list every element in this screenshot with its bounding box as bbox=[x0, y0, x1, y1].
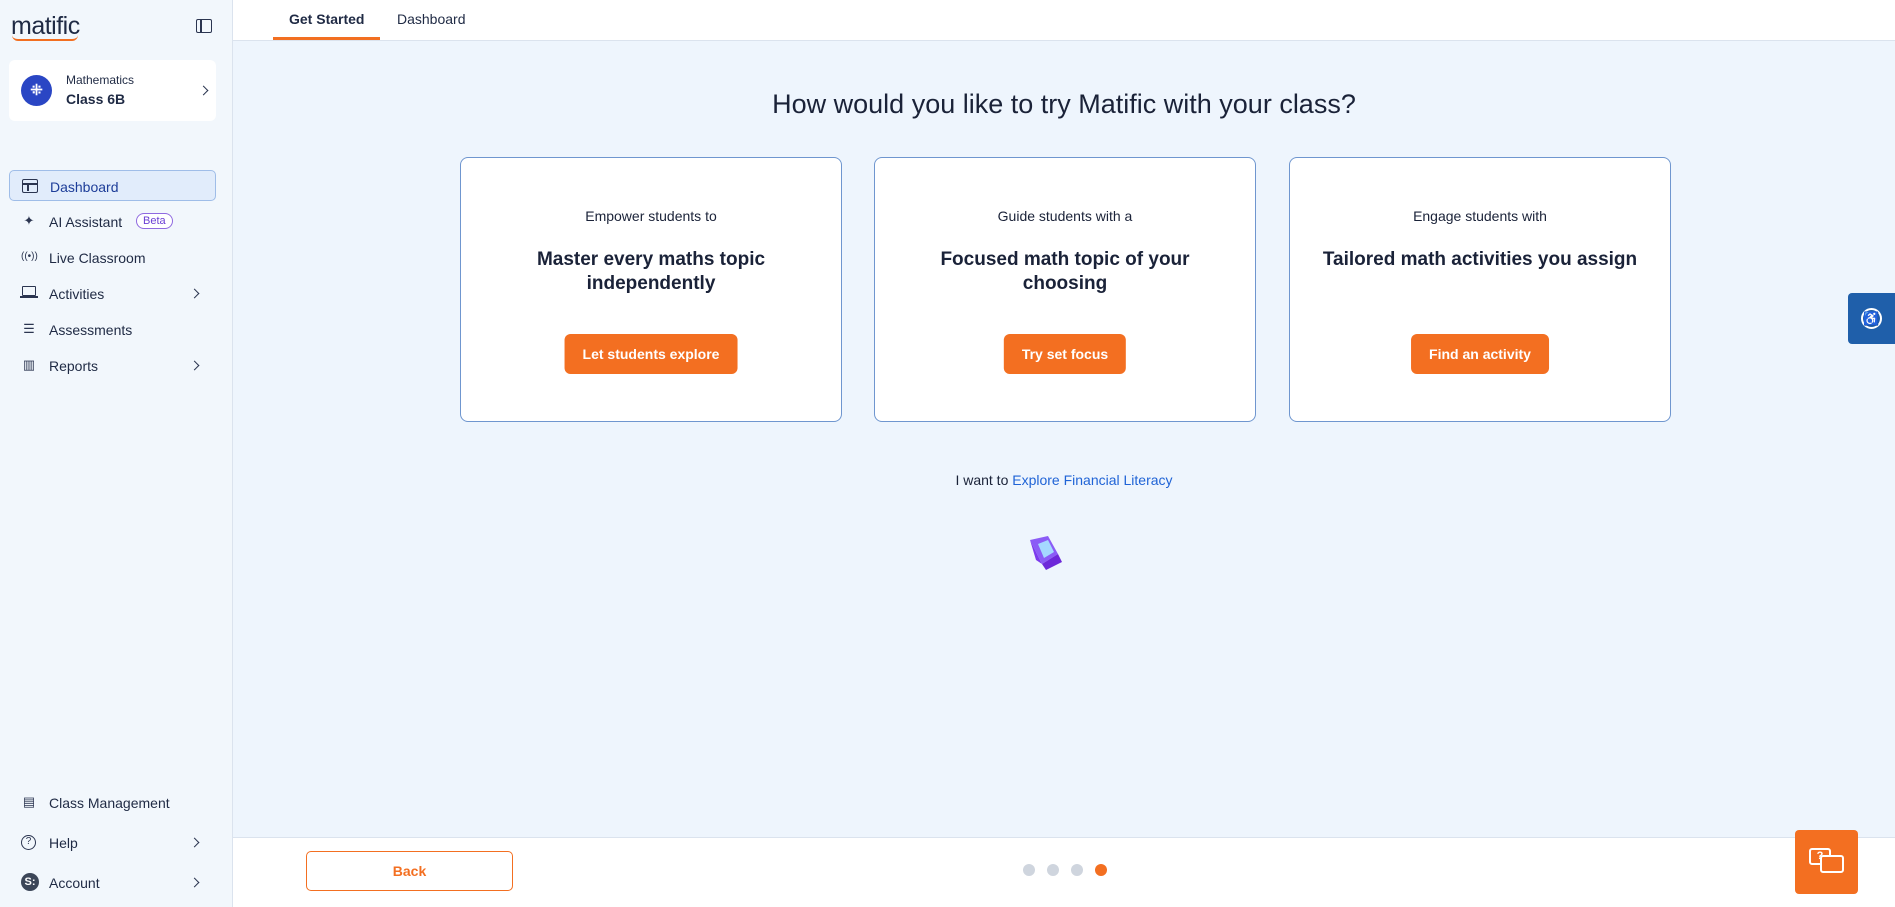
sidebar-collapse-icon[interactable] bbox=[196, 19, 212, 33]
sidebar-item-label: Live Classroom bbox=[49, 250, 146, 266]
chevron-right-icon bbox=[189, 360, 200, 371]
step-dot-1[interactable] bbox=[1023, 864, 1035, 876]
card-lead: Engage students with bbox=[1413, 208, 1547, 224]
card-title: Focused math topic of your choosing bbox=[940, 249, 1190, 294]
grid-icon: ⁜ bbox=[21, 75, 52, 106]
sidebar-item-label: Activities bbox=[49, 286, 105, 302]
footer-bar: Back bbox=[233, 837, 1895, 907]
class-name: Class 6B bbox=[66, 91, 126, 107]
sidebar-item-label: Reports bbox=[49, 358, 99, 374]
financial-literacy-prefix: I want to bbox=[955, 472, 1009, 488]
sidebar-item-activities[interactable]: Activities bbox=[9, 278, 216, 309]
dashboard-icon bbox=[22, 179, 38, 193]
explore-financial-literacy-link[interactable]: Explore Financial Literacy bbox=[1012, 472, 1172, 488]
chevron-right-icon bbox=[198, 85, 209, 96]
sidebar-item-label: AI Assistant bbox=[49, 214, 123, 230]
chevron-right-icon bbox=[189, 877, 200, 888]
card-title: Master every maths topic independently bbox=[536, 249, 766, 294]
chevron-right-icon bbox=[189, 837, 200, 848]
let-students-explore-button[interactable]: Let students explore bbox=[564, 334, 738, 374]
top-tabs: Get Started Dashboard bbox=[233, 0, 1895, 41]
support-chat-button[interactable]: ? bbox=[1795, 830, 1858, 894]
sidebar-item-assessments[interactable]: ☰ Assessments bbox=[9, 314, 216, 345]
sidebar-item-label: Account bbox=[49, 875, 100, 891]
sidebar-item-ai-assistant[interactable]: ✦ AI Assistant Beta bbox=[9, 206, 216, 237]
class-selector[interactable]: ⁜ Mathematics Class 6B bbox=[9, 60, 216, 121]
account-avatar: S: bbox=[21, 873, 39, 891]
sidebar: matific ⁜ Mathematics Class 6B Dashboard… bbox=[0, 0, 233, 907]
laptop-icon bbox=[20, 286, 38, 298]
sidebar-item-live-classroom[interactable]: ((•)) Live Classroom bbox=[9, 242, 216, 273]
beta-badge: Beta bbox=[136, 213, 173, 229]
accessibility-icon: ♿ bbox=[1861, 308, 1882, 329]
chat-bubble-icon bbox=[1820, 855, 1844, 873]
try-set-focus-button[interactable]: Try set focus bbox=[1003, 334, 1127, 374]
sparkle-icon: ✦ bbox=[23, 213, 35, 228]
help-icon: ? bbox=[21, 835, 36, 850]
step-dot-2[interactable] bbox=[1047, 864, 1059, 876]
card-lead: Empower students to bbox=[585, 208, 717, 224]
sidebar-item-label: Assessments bbox=[49, 322, 133, 338]
sidebar-item-help[interactable]: ? Help bbox=[9, 827, 216, 858]
option-card-explore: Empower students to Master every maths t… bbox=[460, 157, 842, 422]
sidebar-item-class-management[interactable]: ▤ Class Management bbox=[9, 787, 216, 818]
find-an-activity-button[interactable]: Find an activity bbox=[1411, 334, 1549, 374]
sidebar-item-label: Class Management bbox=[49, 795, 170, 811]
tab-dashboard[interactable]: Dashboard bbox=[397, 11, 466, 37]
financial-literacy-line: I want to Explore Financial Literacy bbox=[233, 472, 1895, 488]
logo-swoosh bbox=[12, 35, 78, 41]
class-management-icon: ▤ bbox=[22, 794, 36, 809]
tab-get-started[interactable]: Get Started bbox=[273, 11, 381, 40]
bar-chart-icon: ▥ bbox=[22, 357, 36, 372]
class-subject: Mathematics bbox=[66, 73, 135, 87]
checklist-icon: ☰ bbox=[23, 321, 35, 336]
gem-icon bbox=[1030, 536, 1062, 570]
back-button[interactable]: Back bbox=[306, 851, 513, 891]
sidebar-item-reports[interactable]: ▥ Reports bbox=[9, 350, 216, 381]
card-lead: Guide students with a bbox=[997, 208, 1133, 224]
sidebar-item-dashboard[interactable]: Dashboard bbox=[9, 170, 216, 201]
step-dot-3[interactable] bbox=[1071, 864, 1083, 876]
chevron-right-icon bbox=[189, 288, 200, 299]
accessibility-button[interactable]: ♿ bbox=[1848, 293, 1895, 344]
sidebar-item-label: Dashboard bbox=[50, 179, 119, 195]
sidebar-item-account[interactable]: S: Account bbox=[9, 867, 216, 898]
option-card-set-focus: Guide students with a Focused math topic… bbox=[874, 157, 1256, 422]
page-title: How would you like to try Matific with y… bbox=[772, 89, 1356, 119]
sidebar-item-label: Help bbox=[49, 835, 78, 851]
broadcast-icon: ((•)) bbox=[21, 251, 38, 262]
card-title: Tailored math activities you assign bbox=[1322, 249, 1638, 270]
option-card-find-activity: Engage students with Tailored math activ… bbox=[1289, 157, 1671, 422]
step-dot-4[interactable] bbox=[1095, 864, 1107, 876]
